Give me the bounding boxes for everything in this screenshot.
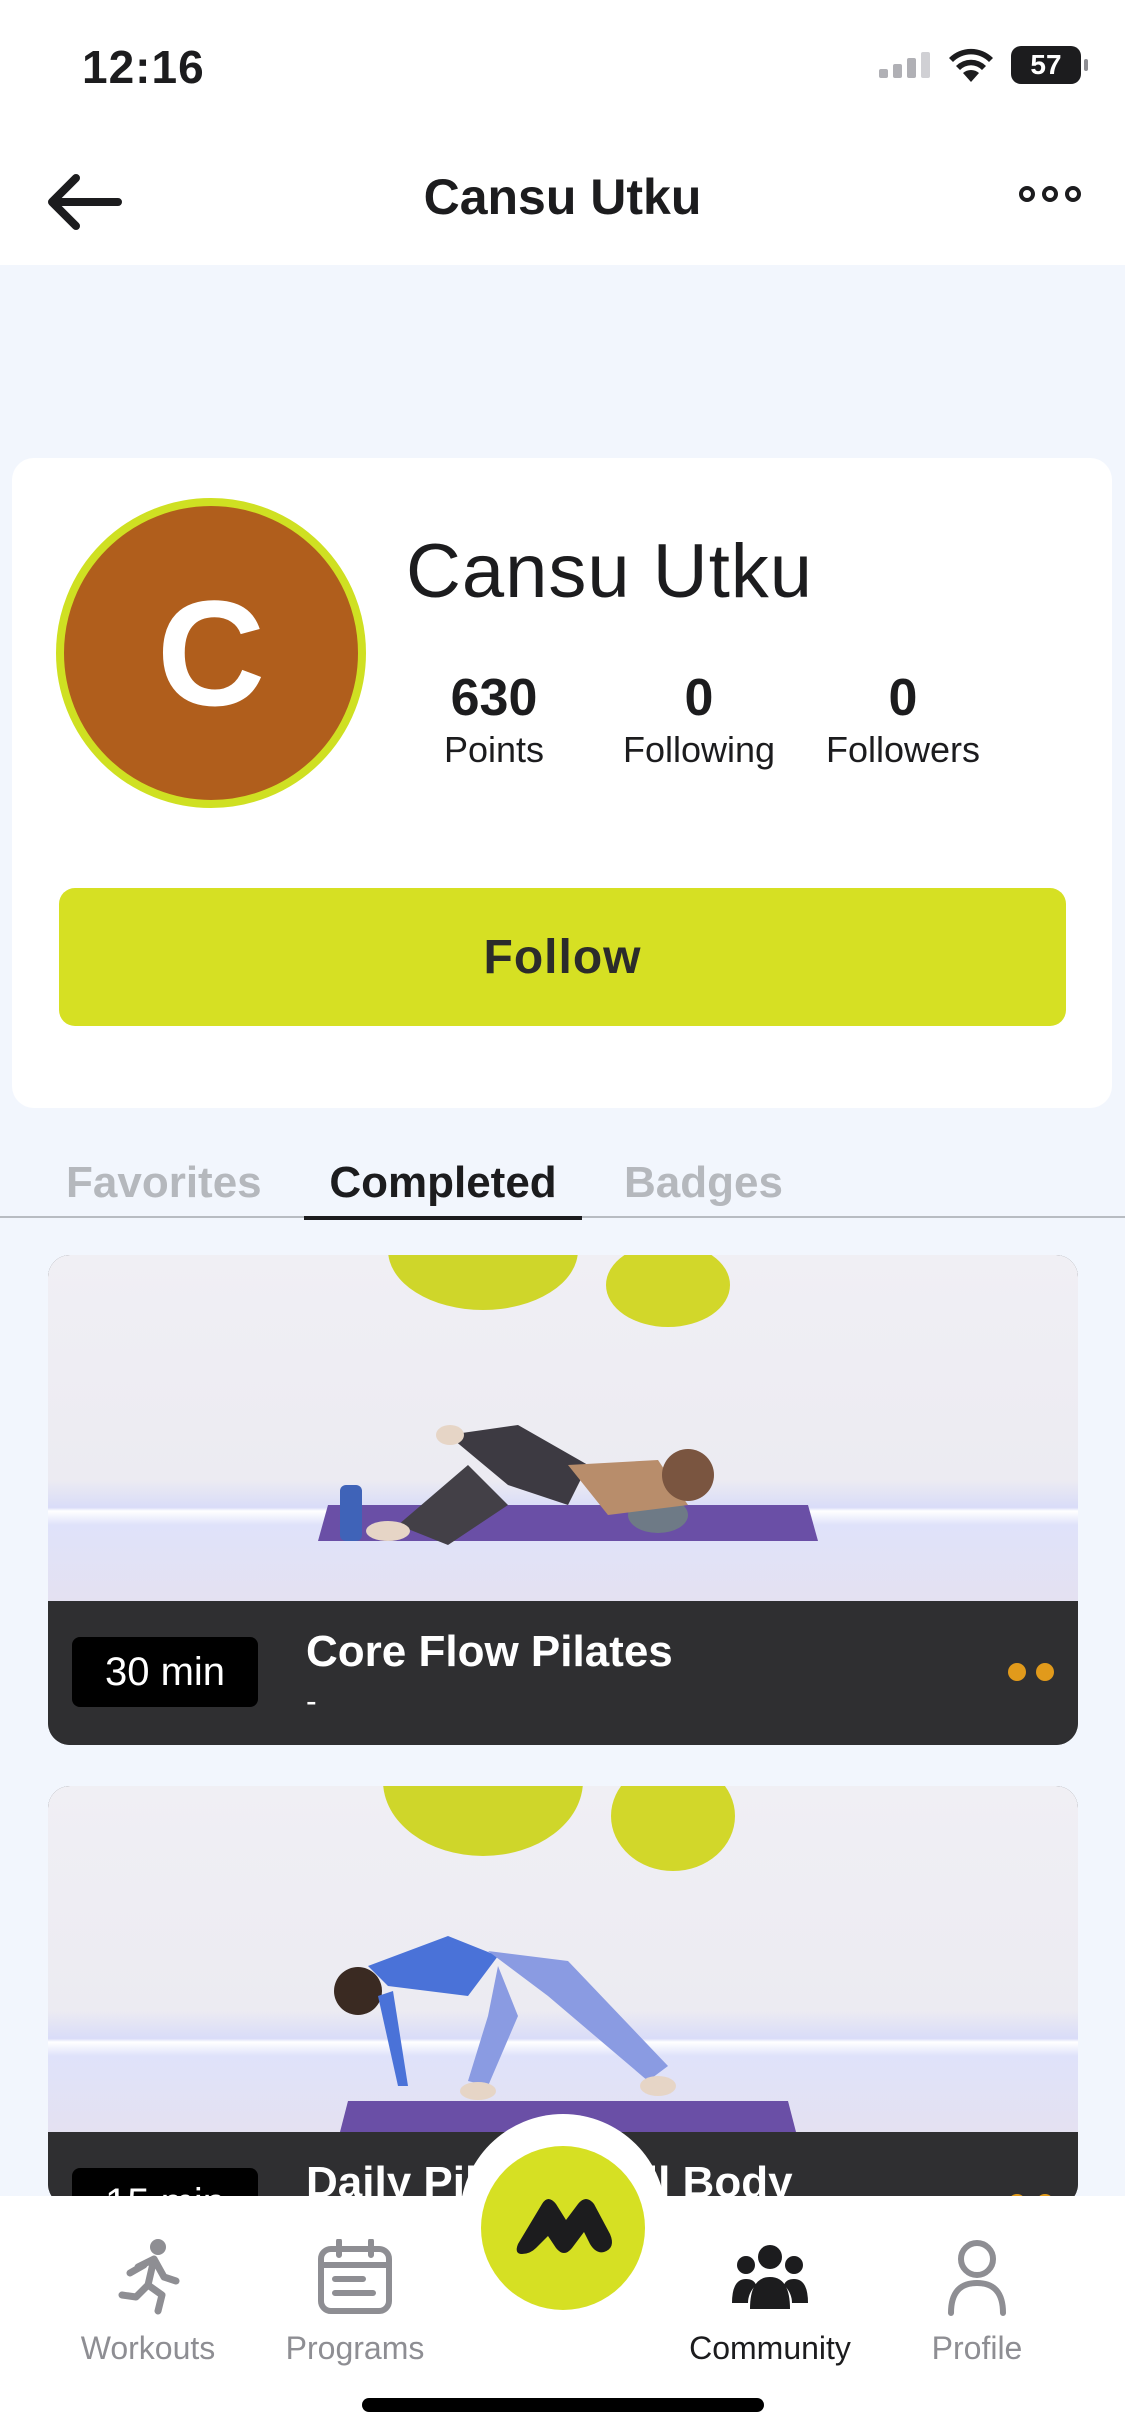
difficulty-dot-icon: [1008, 1663, 1026, 1681]
stat-points: 630 Points: [406, 668, 582, 772]
home-indicator[interactable]: [362, 2398, 764, 2412]
page-title: Cansu Utku: [423, 169, 702, 225]
battery-icon: 57: [1011, 46, 1088, 84]
followers-label: Followers: [825, 729, 981, 770]
following-value: 0: [684, 669, 714, 727]
status-bar: 12:16 57: [0, 0, 1125, 140]
duration-badge: 30 min: [72, 1637, 258, 1707]
tab-bar-label: Programs: [285, 2330, 425, 2366]
status-icons: 57: [879, 46, 1088, 84]
more-dot-icon: [1065, 186, 1081, 202]
tab-bar-community[interactable]: Community: [670, 2232, 870, 2367]
profile-tabs: Favorites Completed Badges: [0, 1140, 1125, 1220]
workout-subtitle: -: [306, 1683, 317, 1719]
cellular-signal-icon: [879, 52, 930, 78]
tab-bar-workouts[interactable]: Workouts: [48, 2232, 248, 2367]
workout-thumbnail-image: [334, 1786, 796, 2132]
avatar: C: [56, 498, 366, 808]
status-time: 12:16: [82, 41, 205, 93]
calendar-icon: [318, 2239, 392, 2314]
stat-following[interactable]: 0 Following: [602, 668, 796, 772]
profile-card: C Cansu Utku 630 Points 0 Following 0 Fo…: [12, 458, 1112, 1108]
points-value: 630: [450, 669, 538, 727]
difficulty-dot-icon: [1036, 1663, 1054, 1681]
following-label: Following: [622, 729, 776, 770]
points-label: Points: [443, 729, 545, 770]
workout-thumbnail: [48, 1255, 1078, 1601]
followers-value: 0: [888, 669, 918, 727]
profile-name: Cansu Utku: [406, 529, 814, 614]
follow-button[interactable]: Follow: [59, 888, 1066, 1026]
tab-bar-label: Workouts: [80, 2330, 216, 2366]
tab-bar-label: Community: [689, 2330, 851, 2366]
difficulty-dots: [1008, 1663, 1054, 1681]
tab-bar-label: Profile: [931, 2330, 1023, 2366]
tab-bar-programs[interactable]: Programs: [255, 2232, 455, 2367]
person-icon: [948, 2240, 1006, 2316]
community-people-icon: [732, 2245, 808, 2309]
workout-title: Core Flow Pilates: [306, 1627, 673, 1676]
more-options-button[interactable]: [1019, 186, 1081, 202]
workout-thumbnail: [48, 1786, 1078, 2132]
more-dot-icon: [1019, 186, 1035, 202]
tab-bar-profile[interactable]: Profile: [877, 2232, 1077, 2367]
stat-followers[interactable]: 0 Followers: [808, 668, 998, 772]
app-logo-icon: [516, 2199, 612, 2254]
wifi-icon: [949, 48, 993, 82]
app-logo-button[interactable]: [481, 2146, 645, 2310]
running-figure-icon: [118, 2239, 180, 2315]
tab-completed[interactable]: Completed: [304, 1158, 582, 1220]
workout-card-footer: 30 min Core Flow Pilates -: [48, 1601, 1078, 1745]
tab-badges[interactable]: Badges: [624, 1158, 783, 1208]
profile-stats: 630 Points 0 Following 0 Followers: [406, 668, 998, 772]
tab-favorites[interactable]: Favorites: [66, 1158, 262, 1208]
more-dot-icon: [1042, 186, 1058, 202]
navigation-bar: Cansu Utku: [0, 140, 1125, 265]
workout-thumbnail-image: [318, 1255, 818, 1545]
workout-card[interactable]: 30 min Core Flow Pilates -: [48, 1255, 1078, 1745]
